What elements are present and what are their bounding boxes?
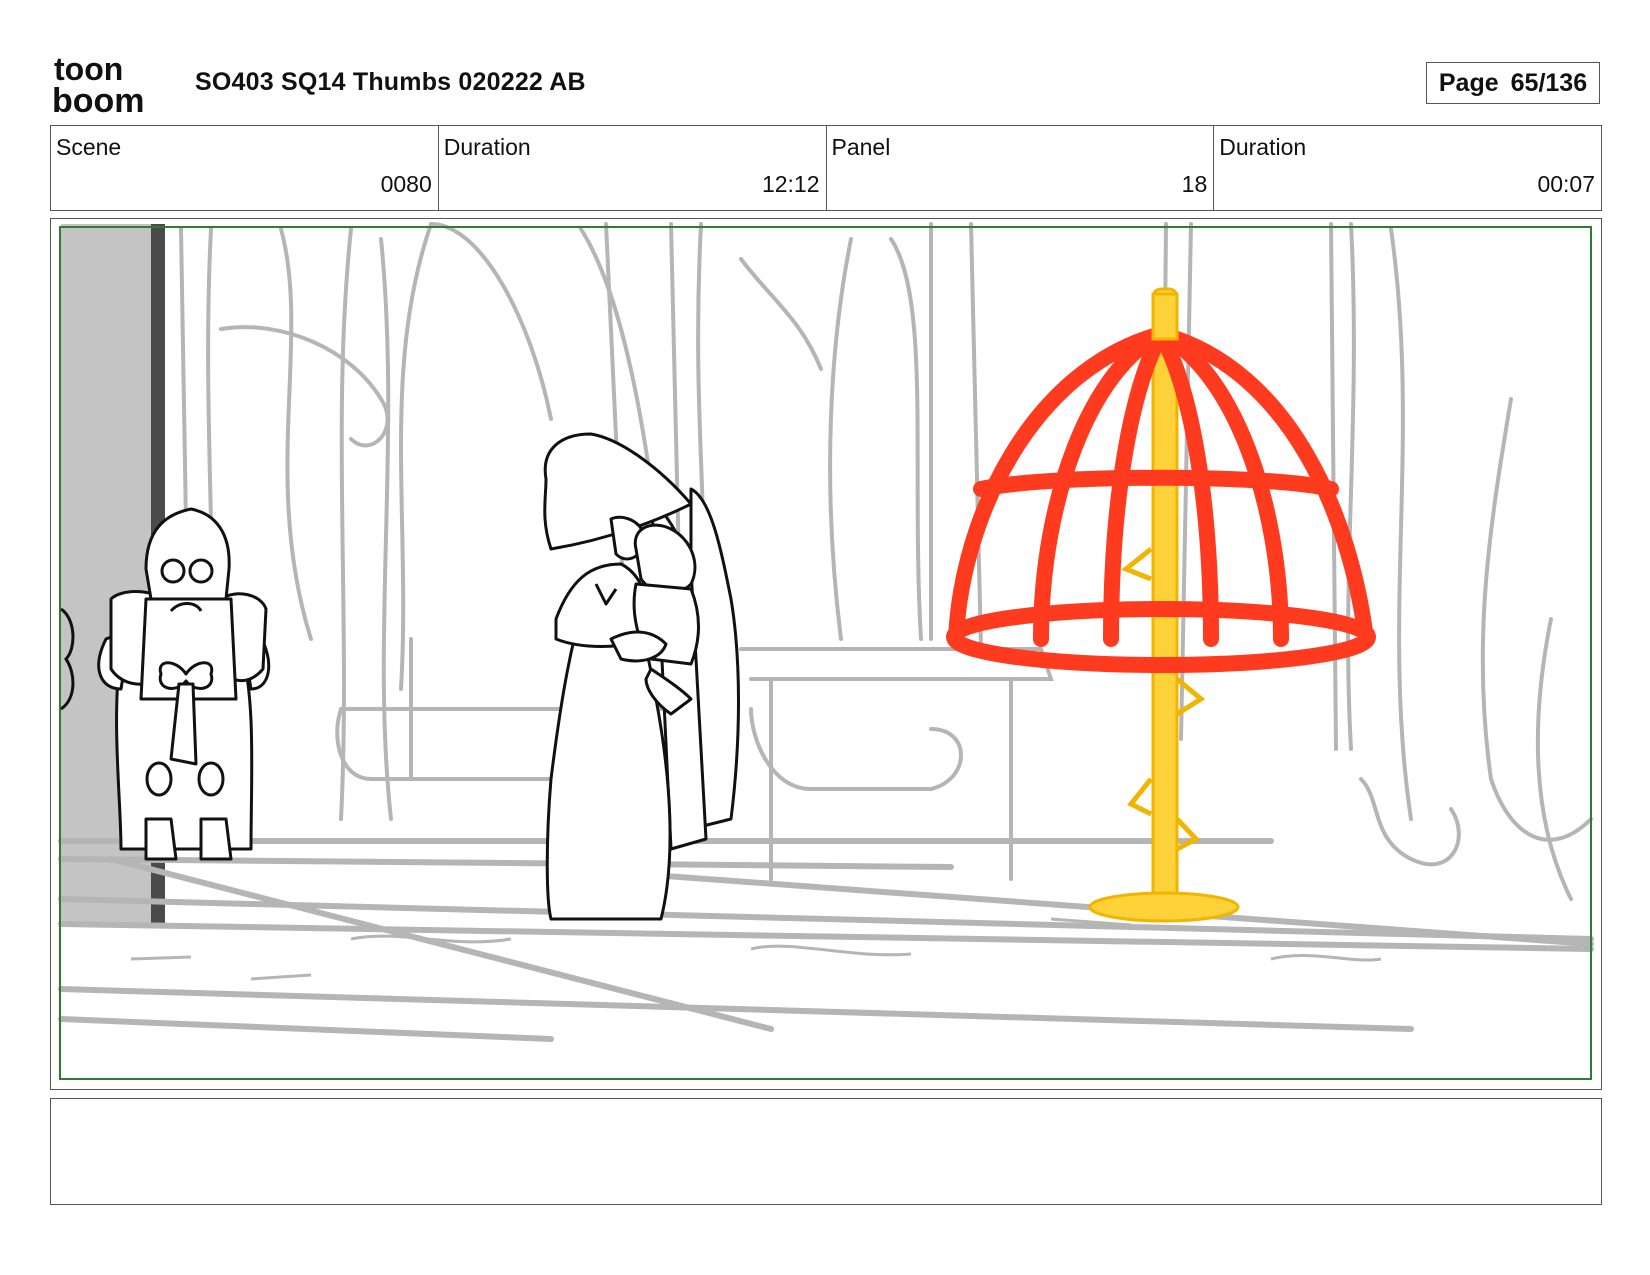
document-title: SO403 SQ14 Thumbs 020222 AB <box>195 68 586 96</box>
page-value: 65/136 <box>1510 68 1588 97</box>
page-label: Page <box>1438 68 1499 97</box>
page-indicator: Page 65/136 <box>1426 62 1600 104</box>
scene-duration-cell: Duration 12:12 <box>439 126 827 210</box>
birdcage-stand <box>946 287 1376 923</box>
panel-drawing <box>58 222 1594 1080</box>
scene-value: 0080 <box>380 171 432 197</box>
scene-duration-label: Duration <box>443 134 531 160</box>
scene-cell: Scene 0080 <box>51 126 439 210</box>
cage-base <box>1088 891 1240 923</box>
storyboard-panel <box>50 218 1602 1090</box>
background-architecture <box>179 222 1593 901</box>
toonboom-logo: toon boom <box>52 51 145 116</box>
info-table: Scene 0080 Duration 12:12 Panel 18 Durat… <box>50 125 1602 211</box>
scene-duration-value: 12:12 <box>761 171 820 197</box>
scene-label: Scene <box>56 134 122 160</box>
panel-value: 18 <box>1181 171 1208 197</box>
panel-duration-value: 00:07 <box>1537 171 1595 197</box>
logo-bottom-text: boom <box>52 82 145 116</box>
floor-lines <box>58 838 1594 1042</box>
panel-label: Panel <box>831 134 891 160</box>
mother-holding-child <box>543 432 740 921</box>
panel-notes-box <box>50 1098 1602 1205</box>
panel-cell: Panel 18 <box>827 126 1215 210</box>
panel-duration-label: Duration <box>1219 134 1307 160</box>
cage-top-knob <box>1151 292 1179 341</box>
panel-duration-cell: Duration 00:07 <box>1214 126 1601 210</box>
